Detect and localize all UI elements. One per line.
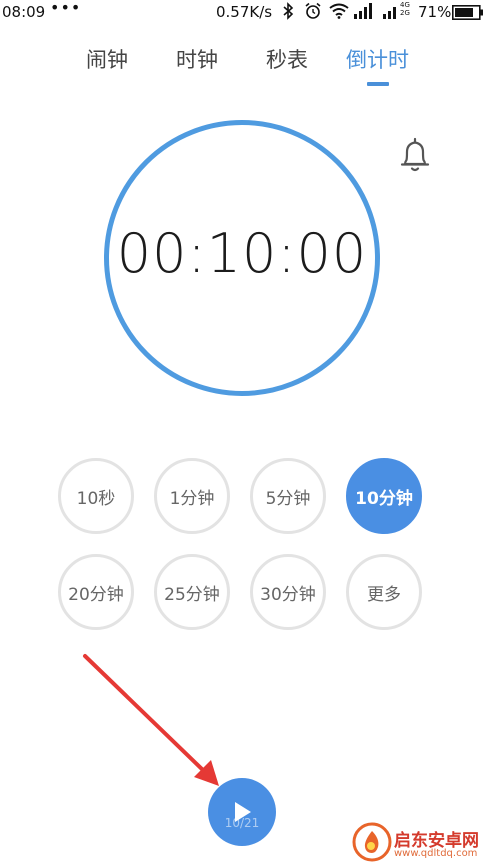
signal-icon: [354, 3, 372, 19]
preset-30min[interactable]: 30分钟: [250, 554, 326, 630]
preset-5min[interactable]: 5分钟: [250, 458, 326, 534]
network-type-top: 4G: [400, 1, 410, 9]
battery-icon: [452, 5, 483, 20]
more-dots-icon: •••: [50, 0, 82, 17]
bell-icon[interactable]: [397, 136, 433, 176]
preset-10s[interactable]: 10秒: [58, 458, 134, 534]
preset-10min[interactable]: 10分钟: [346, 458, 422, 534]
preset-25min[interactable]: 25分钟: [154, 554, 230, 630]
preset-more[interactable]: 更多: [346, 554, 422, 630]
tab-alarm[interactable]: 闹钟: [86, 44, 128, 74]
watermark: 启东安卓网 www.qdltdq.com: [352, 822, 487, 866]
wifi-icon: [329, 3, 349, 19]
preset-20min[interactable]: 20分钟: [58, 554, 134, 630]
status-bar: 08:09 ••• 0.57K/s 4G 2G 71%: [0, 0, 487, 26]
tab-clock[interactable]: 时钟: [176, 44, 218, 74]
battery-percent: 71%: [418, 3, 452, 21]
signal-icon: [383, 7, 396, 19]
bluetooth-icon: [283, 2, 294, 20]
play-button[interactable]: [208, 778, 276, 846]
tab-countdown[interactable]: 倒计时: [346, 44, 409, 74]
network-type: 4G 2G: [400, 1, 410, 17]
tab-active-indicator: [367, 82, 389, 86]
preset-1min[interactable]: 1分钟: [154, 458, 230, 534]
countdown-time-display: 00:10:00: [116, 222, 368, 285]
network-speed: 0.57K/s: [216, 3, 273, 21]
alarm-icon: [305, 2, 321, 19]
page-indicator: 10/21: [224, 816, 260, 830]
watermark-url: www.qdltdq.com: [394, 848, 478, 859]
status-time: 08:09: [2, 3, 46, 21]
watermark-logo-icon: [352, 822, 392, 862]
network-type-bottom: 2G: [400, 9, 410, 17]
tab-stopwatch[interactable]: 秒表: [266, 44, 308, 74]
tab-bar: 闹钟 时钟 秒表 倒计时: [0, 44, 487, 84]
